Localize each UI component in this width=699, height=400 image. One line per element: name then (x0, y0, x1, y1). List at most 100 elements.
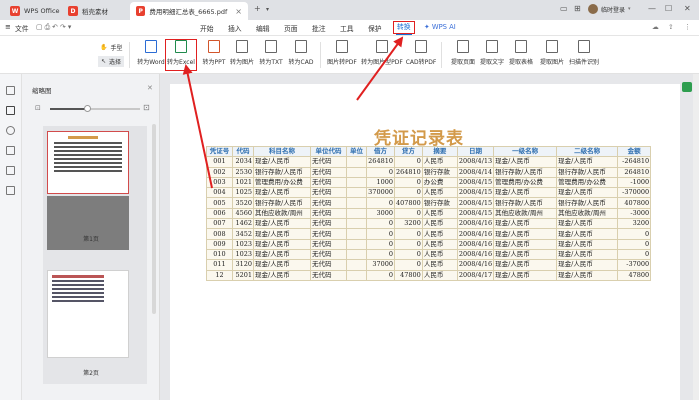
cloud-icon[interactable]: ☁ (652, 23, 659, 31)
table-cell: 1000 (366, 176, 395, 189)
table-cell: 0 (366, 269, 395, 281)
select-tool-label: 选择 (109, 59, 122, 66)
menu-edit[interactable]: 编辑 (256, 23, 270, 33)
table-cell: 现金/人民币 (556, 259, 619, 271)
layout-icon[interactable]: ▭ (560, 4, 568, 13)
hand-tool-button[interactable]: ✋ 手型 (100, 43, 123, 52)
cad-pdf-icon (415, 40, 427, 53)
column-header: 日期 (456, 145, 495, 158)
table-cell: 现金/人民币 (253, 269, 311, 281)
close-panel-icon[interactable]: ✕ (147, 84, 153, 92)
table-cell: 0 (366, 238, 395, 250)
bookmark-icon[interactable] (6, 86, 15, 95)
zoom-out-thumbnail-icon[interactable]: ⊡ (35, 104, 41, 112)
slider-fill (50, 108, 86, 110)
hand-tool-label: 手型 (110, 45, 123, 52)
document-scrollbar[interactable] (693, 74, 699, 400)
menu-wps-ai[interactable]: ✦ WPS AI (424, 23, 456, 31)
table-cell: 无代码 (310, 187, 347, 199)
scan-recognition-button[interactable]: 扫描件识别 (564, 40, 604, 66)
table-row: 003 1021 管理费用/办公费 无代码 1000 0 办公费 2008/4/15 管理费用/… (206, 176, 652, 189)
convert-to-cad-button[interactable]: 转为CAD (281, 40, 321, 66)
table-cell: 1021 (232, 176, 254, 189)
convert-to-excel-button[interactable]: 转为Excel (165, 39, 197, 71)
tool-label: 转为CAD (288, 59, 314, 66)
thumbnail-icon[interactable] (6, 106, 15, 115)
comment-icon[interactable] (6, 126, 15, 135)
tool-label: 提取图片 (539, 59, 564, 66)
tab-pdf-document[interactable]: P 费用明细汇总表_6665.pdf × (130, 2, 248, 20)
table-cell: 3452 (232, 228, 254, 240)
table-cell: 2008/4/17 (456, 269, 495, 281)
thumbnail-page-2[interactable] (43, 250, 147, 384)
table-cell: 0 (394, 259, 423, 271)
table-cell: 现金/人民币 (493, 218, 558, 230)
layers-icon[interactable] (6, 186, 15, 195)
attachment-icon[interactable] (6, 146, 15, 155)
thumbnail-size-slider[interactable] (50, 105, 140, 112)
menu-page[interactable]: 页面 (284, 23, 298, 33)
table-row: 009 1023 现金/人民币 无代码 0 0 人民币 2008/4/16 现金/人民币 现金/人… (206, 238, 652, 250)
menu-start[interactable]: 开始 (200, 23, 214, 33)
thumbnail-page-1[interactable] (43, 126, 147, 266)
table-cell: 现金/人民币 (493, 187, 558, 199)
table-cell: 0 (366, 228, 395, 240)
pdf-file-icon: P (136, 6, 146, 16)
table-cell: 现金/人民币 (493, 228, 558, 240)
table-cell: 37000 (366, 259, 395, 271)
menu-annotate[interactable]: 批注 (312, 23, 326, 33)
table-cell: 人民币 (421, 218, 458, 230)
menu-file[interactable]: 文件 (15, 23, 29, 33)
user-account[interactable]: 临时登录 ▾ (588, 4, 631, 14)
close-tab-icon[interactable]: × (235, 7, 242, 16)
select-tool-button[interactable]: ↖ 选择 (98, 56, 125, 67)
column-header: 一级名称 (493, 145, 558, 158)
close-window-button[interactable]: ✕ (684, 4, 691, 13)
column-header: 单位代码 (310, 145, 347, 158)
table-cell: 人民币 (421, 156, 458, 168)
new-tab-button[interactable]: + (254, 4, 261, 13)
column-header: 金额 (617, 145, 652, 158)
page-2-preview-image (52, 275, 104, 302)
image-pdf-icon (376, 40, 388, 53)
thumbnail-scrollbar[interactable] (152, 124, 156, 314)
column-header: 摘要 (421, 145, 458, 158)
table-cell: 无代码 (310, 269, 347, 281)
menu-tools[interactable]: 工具 (340, 23, 354, 33)
table-cell: 2008/4/15 (456, 207, 495, 220)
chevron-down-icon[interactable]: ▾ (266, 6, 269, 13)
table-cell: 12 (206, 269, 233, 281)
tab-docer[interactable]: D 稻壳素材 (62, 2, 114, 20)
hamburger-menu-icon[interactable]: ≡ (5, 23, 11, 31)
excel-badge-icon[interactable] (682, 82, 692, 92)
share-icon[interactable]: ⇪ (668, 23, 674, 31)
column-header: 科目名称 (253, 145, 311, 158)
panel-title: 缩略图 (32, 87, 52, 95)
more-icon[interactable]: ⋮ (684, 23, 691, 31)
menu-protect[interactable]: 保护 (368, 23, 382, 33)
extract-text-icon (486, 40, 498, 53)
table-row: 011 3120 现金/人民币 无代码 37000 0 人民币 2008/4/16 现金/人民币… (206, 259, 652, 271)
menu-convert[interactable]: 转换 (393, 21, 415, 35)
table-cell: 现金/人民币 (556, 218, 619, 230)
tab-wps-office[interactable]: W WPS Office (4, 2, 66, 20)
table-cell: 0 (617, 228, 652, 240)
signature-icon[interactable] (6, 166, 15, 175)
slider-knob[interactable] (84, 105, 91, 112)
grid-icon[interactable]: ⊞ (574, 4, 581, 13)
menu-insert[interactable]: 插入 (228, 23, 242, 33)
table-cell: 0 (394, 176, 423, 189)
table-cell: 银行存款/人民币 (556, 197, 619, 209)
table-cell: 011 (206, 259, 233, 271)
cad-to-pdf-button[interactable]: CAD转PDF (401, 40, 441, 66)
maximize-button[interactable]: ☐ (665, 4, 672, 13)
table-cell: 006 (206, 207, 233, 220)
table-cell: 人民币 (421, 187, 458, 199)
table-cell: 0 (366, 197, 395, 209)
table-cell: 0 (366, 166, 395, 178)
minimize-button[interactable]: — (648, 4, 656, 13)
table-cell: 其他应收款/周州 (556, 207, 619, 220)
zoom-in-thumbnail-icon[interactable]: ⊡ (143, 103, 150, 112)
menu-quick-icons[interactable]: ▢ ⎙ ↶ ↷ ▾ (36, 23, 71, 32)
column-header: 二级名称 (556, 145, 619, 158)
